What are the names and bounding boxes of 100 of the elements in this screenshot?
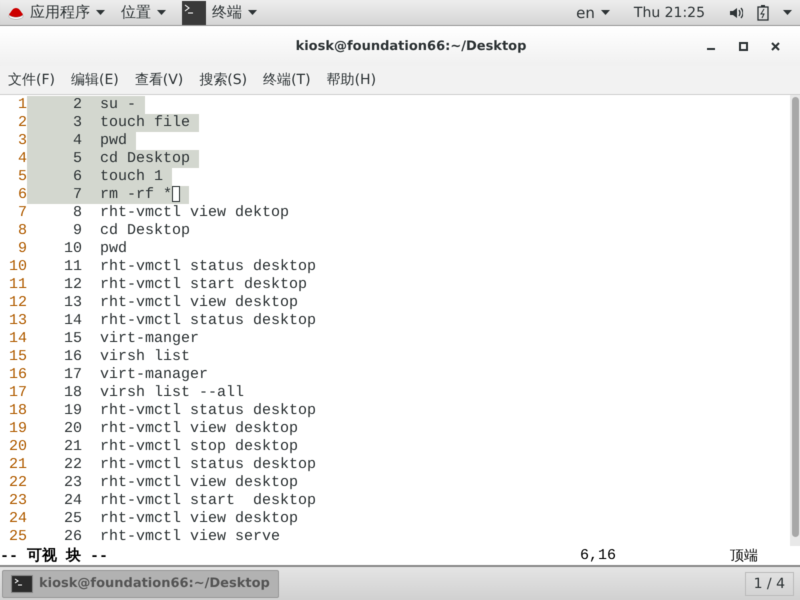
menu-item[interactable]: 编辑(E) [66,71,124,89]
mode-indicator: -- 可视 块 -- [0,546,108,565]
command-text: rht-vmctl start desktop [99,492,316,510]
keyboard-layout-menu[interactable]: en [568,0,618,26]
scrollbar[interactable] [790,95,800,546]
line-number: 1 [16,96,27,114]
command-text: rht-vmctl start desktop [99,276,308,294]
caret-icon [600,10,610,15]
workspace-indicator[interactable]: 1 / 4 [744,572,794,596]
command-text: su - [99,96,136,114]
command-text: rht-vmctl status desktop [99,456,316,474]
command-text: virt-manger [99,330,200,348]
history-number: 16 [62,348,82,366]
history-number: 13 [62,294,82,312]
history-number: 17 [62,366,82,384]
clock[interactable]: Thu 21:25 [618,0,721,26]
applications-menu[interactable]: 应用程序 [0,0,113,26]
line-number: 22 [8,474,27,492]
line-number: 21 [8,456,27,474]
terminal-icon [182,0,206,24]
caret-icon [783,10,792,15]
history-number: 2 [72,96,82,114]
caret-icon [248,10,257,15]
command-text: rht-vmctl view desktop [99,294,298,312]
line-number: 15 [8,348,27,366]
history-number: 18 [62,384,82,402]
menu-item[interactable]: 帮助(H) [322,71,382,89]
volume-icon [729,6,743,20]
command-text: pwd [99,240,128,258]
command-text: touch file [99,114,190,132]
command-text: virsh list [99,348,190,366]
history-number: 4 [72,132,82,150]
history-number: 3 [72,114,82,132]
command-text: rht-vmctl status desktop [99,258,316,276]
terminal-icon [11,574,33,592]
command-text: rht-vmctl view desktop [99,510,298,528]
line-number: 23 [8,492,27,510]
line-number: 7 [16,204,27,222]
scroll-position: 顶端 [730,546,759,564]
command-text: rm -rf * [99,186,172,204]
menu-item[interactable]: 搜索(S) [194,71,252,89]
line-number: 6 [16,186,27,204]
terminal-app-menu[interactable]: 终端 [174,0,265,26]
line-number: 9 [16,240,27,258]
line-number: 19 [8,420,27,438]
line-number: 24 [8,510,27,528]
history-number: 15 [62,330,82,348]
places-menu[interactable]: 位置 [113,0,174,26]
command-text: rht-vmctl status desktop [99,312,316,330]
history-number: 19 [62,402,82,420]
history-number: 14 [62,312,82,330]
history-number: 8 [72,204,82,222]
history-number: 10 [62,240,82,258]
history-number: 11 [62,258,82,276]
line-number: 8 [16,222,27,240]
command-text: virsh list --all [99,384,244,402]
line-number: 20 [8,438,27,456]
hat-icon [8,6,24,20]
command-text: cd Desktop [99,150,190,168]
command-text: rht-vmctl status desktop [99,402,316,420]
history-number: 22 [62,456,82,474]
command-text: virt-manager [99,366,208,384]
history-number: 26 [62,528,82,546]
line-number: 25 [8,528,27,546]
cursor-position: 6,16 [580,547,618,564]
scrollbar-thumb[interactable] [792,97,798,537]
history-number: 25 [62,510,82,528]
history-number: 12 [62,276,82,294]
menu-item[interactable]: 终端(T) [258,71,316,89]
line-number: 2 [16,114,27,132]
close-button[interactable] [770,40,780,52]
line-number: 14 [8,330,27,348]
caret-icon [157,10,166,15]
menu-item[interactable]: 文件(F) [3,71,60,89]
command-text: rht-vmctl view desktop [99,420,298,438]
history-number: 21 [62,438,82,456]
line-number: 5 [16,168,27,186]
caret-icon [96,10,105,15]
line-number: 3 [16,132,27,150]
command-text: rht-vmctl view desktop [99,474,298,492]
close-icon [770,42,780,50]
command-text: touch 1 [99,168,164,186]
menu-item[interactable]: 查看(V) [130,71,188,89]
line-number: 17 [8,384,27,402]
line-number: 12 [8,294,27,312]
command-text: pwd [99,132,128,150]
history-number: 5 [72,150,82,168]
line-number: 16 [8,366,27,384]
command-text: cd Desktop [99,222,190,240]
history-number: 7 [72,186,82,204]
command-text: rht-vmctl stop desktop [99,438,298,456]
line-number: 13 [8,312,27,330]
maximize-icon [738,42,748,50]
maximize-button[interactable] [738,40,748,52]
command-text: rht-vmctl view dektop [99,204,290,222]
history-number: 24 [62,492,82,510]
line-number: 11 [8,276,27,294]
line-number: 10 [8,258,27,276]
window-title: kiosk@foundation66:~/Desktop [294,38,528,54]
taskbar-window-button[interactable]: kiosk@foundation66:~/Desktop [2,570,279,598]
